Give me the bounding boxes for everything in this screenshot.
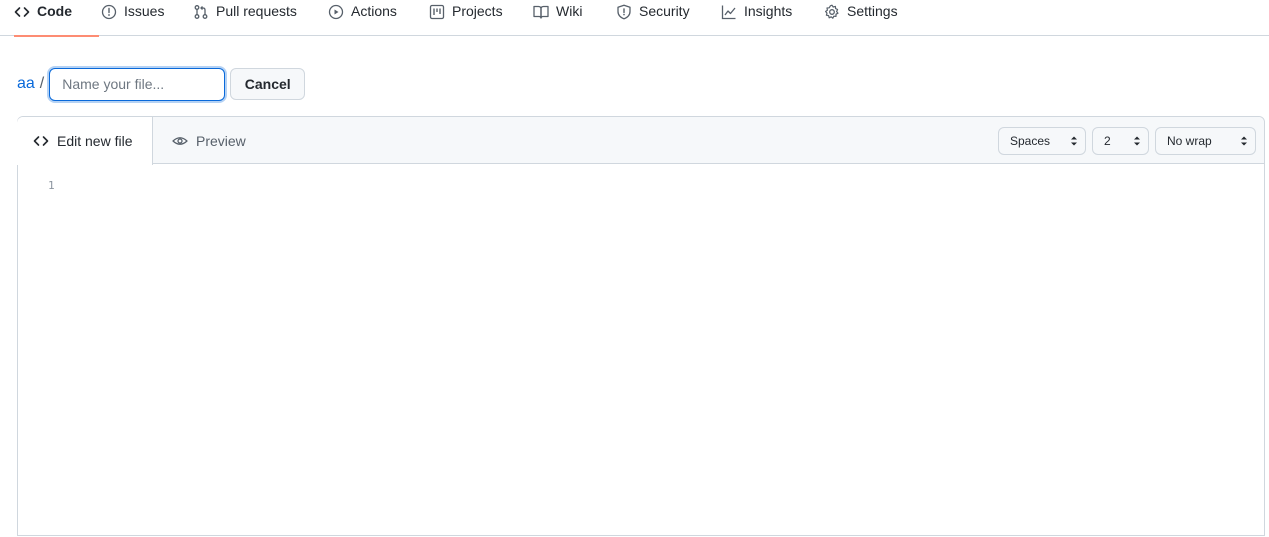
breadcrumb: aa / Cancel [17,67,306,101]
shield-icon [616,4,632,20]
indent-mode-value: Spaces [1010,134,1051,148]
indent-mode-select[interactable]: Spaces [998,127,1086,155]
eye-icon [172,133,188,149]
select-caret-icon [1070,135,1078,147]
repo-link[interactable]: aa [17,75,35,93]
tab-pull-requests-label: Pull requests [216,3,297,19]
tab-wiki-label: Wiki [556,3,583,19]
tab-security-label: Security [639,3,690,19]
editor-header: Edit new file Preview Spaces 2 No wrap [17,117,1264,165]
graph-icon [721,4,737,20]
wrap-mode-select[interactable]: No wrap [1155,127,1256,155]
select-caret-icon [1240,135,1248,147]
tab-preview-label: Preview [196,133,246,149]
play-icon [328,4,344,20]
line-number: 1 [48,179,55,192]
tab-actions[interactable]: Actions [328,0,397,36]
tab-code[interactable]: Code [14,0,99,37]
pull-request-icon [193,4,209,20]
cancel-button[interactable]: Cancel [230,68,306,100]
tab-pull-requests[interactable]: Pull requests [193,0,297,36]
tab-preview[interactable]: Preview [172,117,246,165]
tab-issues[interactable]: Issues [101,0,164,36]
project-icon [429,4,445,20]
filename-input[interactable] [49,67,226,101]
code-icon [33,133,49,149]
tab-settings[interactable]: Settings [824,0,898,36]
gear-icon [824,4,840,20]
tab-projects-label: Projects [452,3,503,19]
code-editor-area[interactable]: 1 [18,165,1264,537]
tab-projects[interactable]: Projects [429,0,503,36]
file-editor: Edit new file Preview Spaces 2 No wrap 1 [17,116,1265,536]
indent-size-value: 2 [1104,134,1111,148]
tab-insights[interactable]: Insights [721,0,792,36]
wrap-mode-value: No wrap [1167,134,1212,148]
indent-size-select[interactable]: 2 [1092,127,1149,155]
issue-icon [101,4,117,20]
code-icon [14,4,30,20]
tab-edit-label: Edit new file [57,133,133,149]
tab-security[interactable]: Security [616,0,690,36]
tab-insights-label: Insights [744,3,793,19]
tab-issues-label: Issues [124,3,165,19]
tab-wiki[interactable]: Wiki [533,0,582,36]
book-icon [533,4,549,20]
tab-edit-new-file[interactable]: Edit new file [17,117,153,165]
path-separator: / [39,75,45,92]
tab-code-label: Code [37,3,72,19]
tab-settings-label: Settings [847,3,898,19]
select-caret-icon [1133,135,1141,147]
tab-actions-label: Actions [351,3,397,19]
repo-nav: Code Issues Pull requests Actions Projec… [0,0,1269,37]
